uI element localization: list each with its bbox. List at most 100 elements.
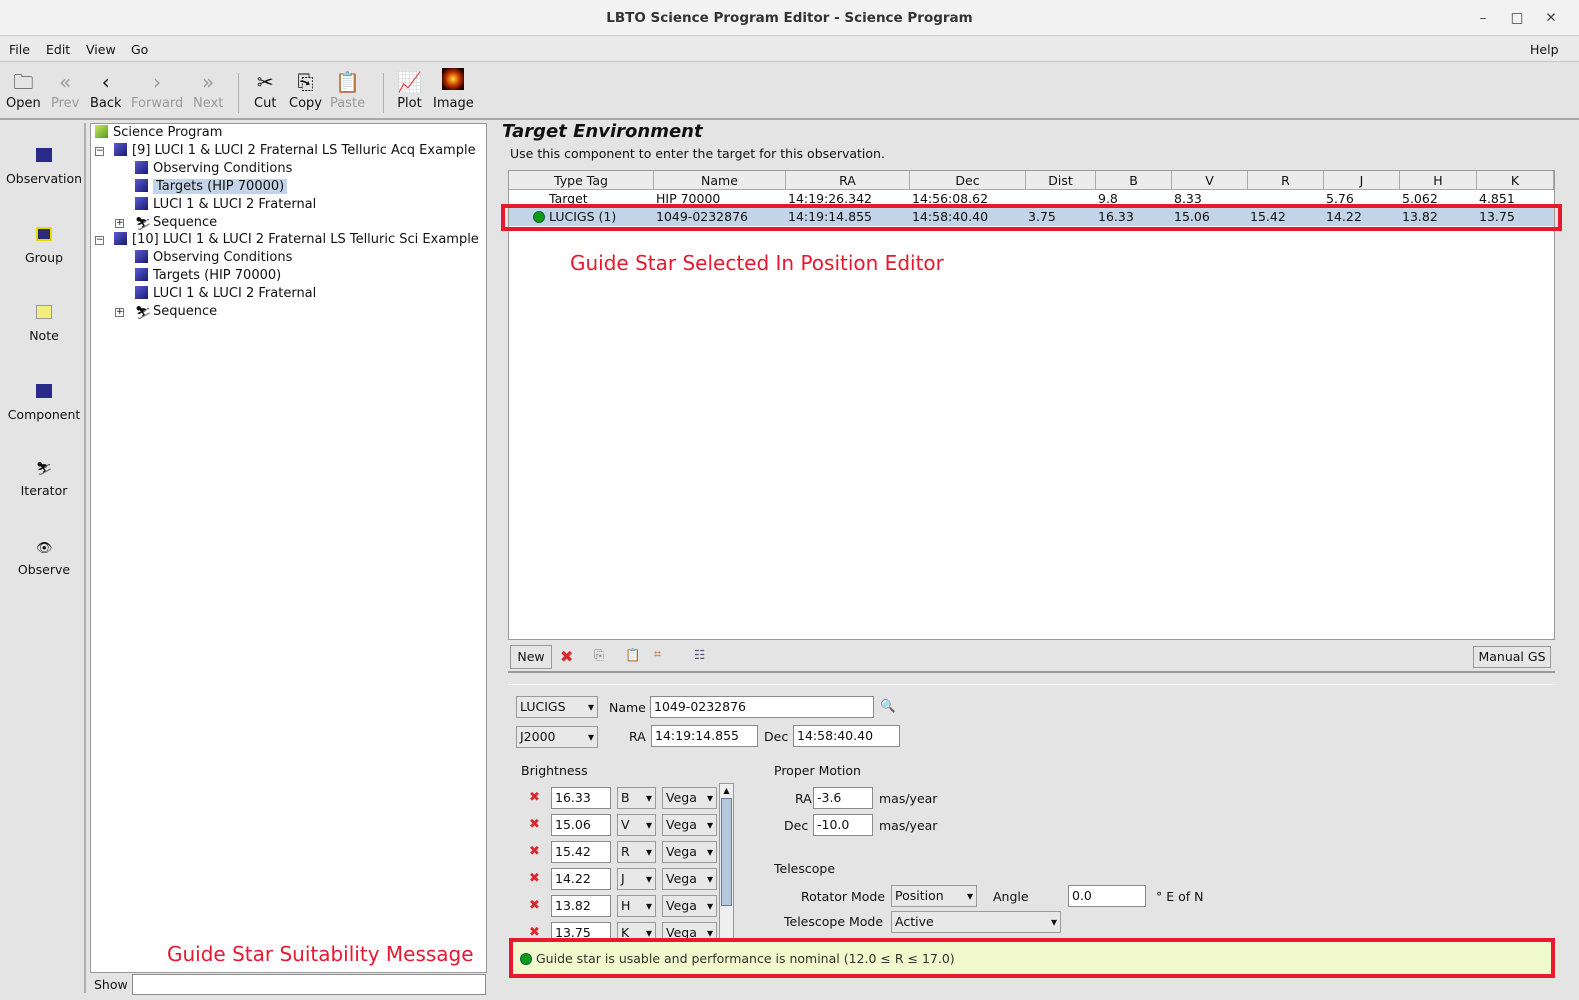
palette-group[interactable]: Group: [2, 227, 86, 265]
magnitude-input[interactable]: 15.42: [551, 841, 611, 863]
remove-icon[interactable]: ✖: [560, 647, 573, 666]
telescope-mode-label: Telescope Mode: [784, 914, 884, 929]
search-icon[interactable]: 🔍: [880, 698, 896, 714]
target-table[interactable]: Type Tag Name RA Dec Dist B V R J H K Target HIP 70…: [508, 170, 1555, 640]
remove-magnitude-icon[interactable]: ✖: [529, 844, 540, 859]
system-select[interactable]: J2000: [516, 726, 598, 748]
name-input[interactable]: 1049-0232876: [650, 696, 874, 718]
next-button[interactable]: » Next: [193, 68, 223, 111]
menu-view[interactable]: View: [86, 42, 116, 57]
palette-iterator[interactable]: ⛷ Iterator: [2, 461, 86, 499]
tree-node-conditions[interactable]: Observing Conditions: [135, 249, 292, 267]
image-button[interactable]: Image: [433, 68, 474, 111]
copy-icon[interactable]: ⎘: [594, 647, 604, 663]
paste-label: Paste: [330, 96, 366, 111]
mag-system-select[interactable]: Vega: [662, 895, 717, 917]
magnitude-input[interactable]: 16.33: [551, 787, 611, 809]
forward-button[interactable]: › Forward: [131, 68, 183, 111]
remove-magnitude-icon[interactable]: ✖: [529, 790, 540, 805]
scroll-thumb[interactable]: [721, 798, 732, 906]
column-header[interactable]: Name: [654, 171, 786, 190]
tree-node-conditions[interactable]: Observing Conditions: [135, 160, 292, 178]
observation-icon: [114, 232, 127, 245]
column-header[interactable]: B: [1096, 171, 1172, 190]
close-button[interactable]: ✕: [1536, 0, 1566, 36]
column-header[interactable]: V: [1172, 171, 1248, 190]
band-select[interactable]: B: [617, 787, 656, 809]
menu-edit[interactable]: Edit: [46, 42, 70, 57]
magnitude-input[interactable]: 15.06: [551, 814, 611, 836]
palette-observation[interactable]: Observation: [2, 148, 86, 186]
collapse-toggle[interactable]: −: [95, 147, 104, 156]
mag-system-select[interactable]: Vega: [662, 814, 717, 836]
column-header[interactable]: R: [1248, 171, 1324, 190]
band-select[interactable]: V: [617, 814, 656, 836]
paste-button[interactable]: 📋 Paste: [330, 68, 365, 111]
column-header[interactable]: K: [1477, 171, 1554, 190]
palette-observe[interactable]: 👁 Observe: [2, 540, 86, 578]
column-header[interactable]: RA: [786, 171, 910, 190]
angle-input[interactable]: 0.0: [1068, 885, 1146, 907]
folder-icon: 🗀: [13, 70, 34, 94]
palette-note[interactable]: Note: [2, 305, 86, 343]
mag-system-select[interactable]: Vega: [662, 787, 717, 809]
column-header[interactable]: Type Tag: [509, 171, 654, 190]
show-input[interactable]: [132, 974, 486, 995]
new-button[interactable]: New: [510, 645, 552, 669]
menu-go[interactable]: Go: [131, 42, 148, 57]
tree-node-observation[interactable]: [10] LUCI 1 & LUCI 2 Fraternal LS Tellur…: [114, 231, 479, 249]
column-header[interactable]: J: [1324, 171, 1400, 190]
band-select[interactable]: H: [617, 895, 656, 917]
magnitude-input[interactable]: 13.82: [551, 895, 611, 917]
manual-gs-button[interactable]: Manual GS: [1473, 646, 1551, 668]
column-header[interactable]: H: [1400, 171, 1477, 190]
tree-node-targets[interactable]: Targets (HIP 70000): [135, 267, 281, 285]
back-button[interactable]: ‹ Back: [90, 68, 122, 111]
column-header[interactable]: Dec: [910, 171, 1026, 190]
open-button[interactable]: 🗀 Open: [6, 68, 41, 111]
dec-input[interactable]: 14:58:40.40: [793, 725, 900, 747]
tree-node-sequence[interactable]: ⛷Sequence: [135, 303, 217, 321]
tag-select[interactable]: LUCIGS: [516, 696, 598, 718]
target-grid-icon[interactable]: ⌗: [654, 646, 661, 662]
tree-node-instrument[interactable]: LUCI 1 & LUCI 2 Fraternal: [135, 196, 316, 214]
tree-node-observation[interactable]: [9] LUCI 1 & LUCI 2 Fraternal LS Telluri…: [114, 142, 476, 160]
prev-button[interactable]: « Prev: [51, 68, 79, 111]
scroll-up-arrow[interactable]: ▲: [720, 784, 733, 798]
expand-toggle[interactable]: +: [115, 219, 124, 228]
paste-icon[interactable]: 📋: [625, 647, 641, 663]
tree-node-science-program[interactable]: Science Program: [95, 124, 222, 142]
list-icon[interactable]: ☷: [694, 647, 705, 662]
palette-component[interactable]: Component: [2, 384, 86, 422]
remove-magnitude-icon[interactable]: ✖: [529, 817, 540, 832]
tree-node-instrument[interactable]: LUCI 1 & LUCI 2 Fraternal: [135, 285, 316, 303]
tree-node-sequence[interactable]: ⛷Sequence: [135, 214, 217, 232]
minimize-button[interactable]: –: [1468, 0, 1498, 36]
magnitude-input[interactable]: 14.22: [551, 868, 611, 890]
status-ok-icon: [520, 953, 532, 965]
plot-button[interactable]: 📈 Plot: [397, 68, 422, 111]
mag-system-select[interactable]: Vega: [662, 841, 717, 863]
column-header[interactable]: Dist: [1026, 171, 1096, 190]
expand-toggle[interactable]: +: [115, 308, 124, 317]
telescope-mode-select[interactable]: Active: [891, 911, 1061, 933]
tree-node-targets[interactable]: Targets (HIP 70000): [135, 178, 288, 196]
ra-input[interactable]: 14:19:14.855: [651, 725, 758, 747]
node-label: LUCI 1 & LUCI 2 Fraternal: [153, 286, 317, 301]
copy-button[interactable]: ⎘ Copy: [289, 68, 322, 111]
band-select[interactable]: R: [617, 841, 656, 863]
pm-dec-input[interactable]: -10.0: [813, 814, 873, 836]
maximize-button[interactable]: □: [1502, 0, 1532, 36]
remove-magnitude-icon[interactable]: ✖: [529, 898, 540, 913]
cut-button[interactable]: ✂ Cut: [254, 68, 276, 111]
menu-help[interactable]: Help: [1530, 42, 1559, 57]
program-tree[interactable]: Science Program − [9] LUCI 1 & LUCI 2 Fr…: [90, 123, 487, 973]
rotator-mode-select[interactable]: Position: [891, 885, 977, 907]
menu-file[interactable]: File: [9, 42, 30, 57]
collapse-toggle[interactable]: −: [95, 236, 104, 245]
pm-ra-input[interactable]: -3.6: [813, 787, 873, 809]
mag-system-select[interactable]: Vega: [662, 868, 717, 890]
band-select[interactable]: J: [617, 868, 656, 890]
remove-magnitude-icon[interactable]: ✖: [529, 871, 540, 886]
brightness-scrollbar[interactable]: ▲: [719, 783, 734, 945]
